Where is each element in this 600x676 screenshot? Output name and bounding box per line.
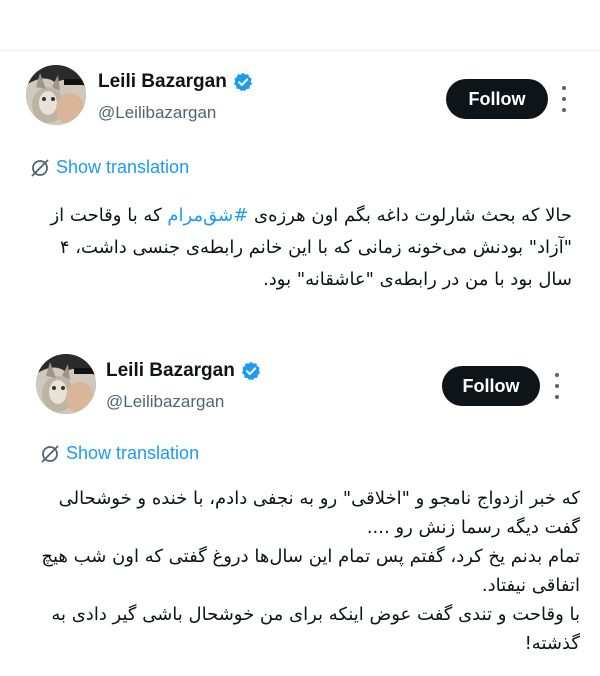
author-name[interactable]: Leili Bazargan [106,360,235,382]
top-strip [0,0,600,50]
verified-badge-icon [241,361,261,381]
translate-icon [40,444,60,464]
follow-button[interactable]: Follow [442,366,540,406]
author-name-row[interactable]: Leili Bazargan [98,71,253,93]
tweet-paragraph: با وقاحت و تندی گفت عوض اینکه برای من خو… [51,604,580,654]
author-handle[interactable]: @Leilibazargan [98,103,216,123]
more-options-icon[interactable] [558,86,570,112]
verified-badge-icon [233,72,253,92]
tweet-card: Leili Bazargan @Leilibazargan Follow Sho… [0,50,600,351]
tweet-paragraph: که خبر ازدواج نامجو و "اخلاقی" رو به نجف… [58,488,580,538]
hashtag-link[interactable]: #شق‌مرام [167,205,248,226]
author-handle[interactable]: @Leilibazargan [106,392,224,412]
show-translation-link[interactable]: Show translation [40,443,199,464]
author-name-row[interactable]: Leili Bazargan [106,360,261,382]
author-name[interactable]: Leili Bazargan [98,71,227,93]
more-options-icon[interactable] [551,373,563,399]
tweet-card: Leili Bazargan @Leilibazargan Follow Sho… [0,338,600,676]
tweet-text-part: حالا که بحث شارلوت داغه بگم اون هرزه‌ی [248,205,572,226]
translate-icon [30,158,50,178]
avatar[interactable] [36,354,96,414]
show-translation-label[interactable]: Show translation [56,157,189,178]
tweet-paragraph: تمام بدنم یخ کرد، گفتم پس تمام این سال‌ه… [41,546,580,596]
show-translation-link[interactable]: Show translation [30,157,189,178]
tweet-text: که خبر ازدواج نامجو و "اخلاقی" رو به نجف… [30,484,580,658]
show-translation-label[interactable]: Show translation [66,443,199,464]
tweet-text: حالا که بحث شارلوت داغه بگم اون هرزه‌ی #… [30,200,572,296]
follow-button[interactable]: Follow [446,79,548,119]
avatar[interactable] [26,65,86,125]
